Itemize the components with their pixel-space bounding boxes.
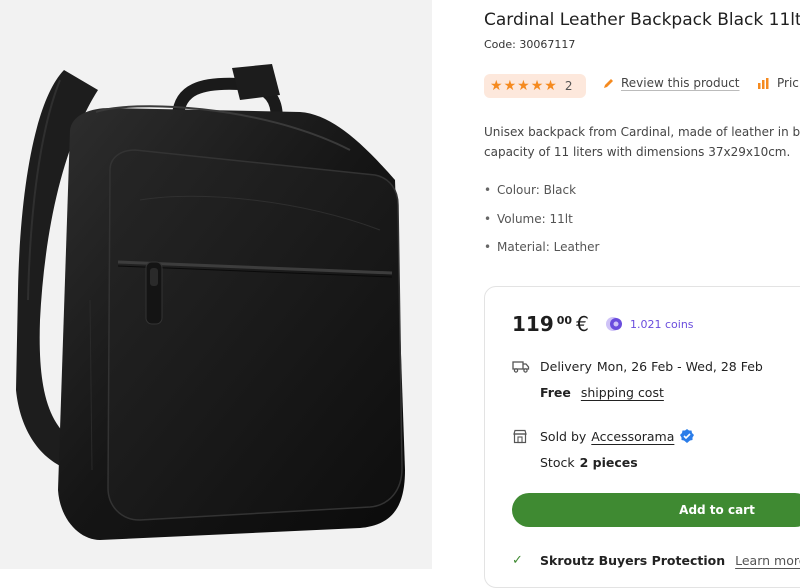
stock-label: Stock — [540, 455, 575, 470]
backpack-illustration — [16, 64, 405, 540]
description-line: capacity of 11 liters with dimensions 37… — [484, 145, 791, 159]
review-link-label: Review this product — [621, 76, 740, 90]
star-icon: ★ — [517, 78, 530, 94]
stock-value: 2 pieces — [579, 455, 638, 470]
protection-label: Skroutz Buyers Protection — [540, 553, 726, 568]
price-chart-icon — [758, 77, 769, 89]
learn-more-link[interactable]: Learn more — [735, 553, 800, 568]
description-line: Unisex backpack from Cardinal, made of l… — [484, 125, 800, 139]
feature-item: • Volume: 11lt — [484, 211, 573, 226]
buyers-protection-row: ✓ Skroutz Buyers Protection Learn more — [512, 553, 800, 568]
coin-icon — [606, 317, 622, 331]
seller-link[interactable]: Accessorama — [591, 429, 674, 444]
feature-text: Material: Leather — [497, 240, 600, 255]
star-icon: ★ — [544, 78, 557, 94]
coins-badge[interactable]: 1.021 coins — [605, 316, 694, 332]
product-description: Unisex backpack from Cardinal, made of l… — [484, 122, 800, 162]
product-image[interactable] — [0, 0, 432, 569]
check-icon: ✓ — [512, 553, 523, 568]
price-decimal: 00 — [556, 314, 573, 327]
rating-badge[interactable]: ★ ★ ★ ★ ★ 2 — [484, 74, 586, 98]
stock-row: Stock 2 pieces — [540, 455, 638, 470]
price-integer: 119 — [512, 312, 554, 336]
delivery-row: Delivery Mon, 26 Feb - Wed, 28 Feb — [512, 358, 763, 374]
free-label: Free — [540, 385, 571, 400]
price-currency: € — [576, 312, 589, 336]
price-link-label: Pric — [777, 76, 799, 90]
coins-label: 1.021 coins — [630, 317, 694, 331]
rating-count: 2 — [564, 79, 573, 93]
product-code: Code: 30067117 — [484, 38, 576, 51]
shop-icon — [513, 429, 527, 443]
delivery-dates: Mon, 26 Feb - Wed, 28 Feb — [596, 358, 763, 374]
truck-icon — [512, 361, 530, 373]
feature-text: Volume: 11lt — [497, 211, 573, 226]
star-icon: ★ — [490, 78, 503, 94]
pencil-icon — [604, 78, 613, 88]
star-icon: ★ — [503, 78, 517, 94]
product-title: Cardinal Leather Backpack Black 11lt — [484, 10, 800, 30]
feature-item: • Material: Leather — [484, 240, 600, 255]
shipping-cost-link[interactable]: shipping cost — [581, 385, 664, 400]
feature-item: • Colour: Black — [484, 183, 577, 198]
feature-text: Colour: Black — [497, 183, 577, 198]
price: 119 00 € — [512, 312, 589, 336]
seller-row: Sold by Accessorama — [512, 428, 695, 444]
delivery-label: Delivery — [540, 358, 592, 374]
review-product-link[interactable]: Review this product — [602, 76, 740, 90]
sold-by-label: Sold by — [540, 428, 587, 444]
feature-list: • Colour: Black • Volume: 11lt • Material: … — [484, 176, 599, 262]
add-to-cart-button[interactable]: Add to cart — [512, 493, 800, 527]
price-history-link[interactable]: Pric — [757, 76, 799, 90]
star-icon: ★ — [530, 78, 544, 94]
verified-icon — [680, 429, 695, 443]
add-to-cart-label: Add to cart — [679, 503, 755, 517]
shipping-row: Free shipping cost — [540, 385, 664, 400]
rating-stars: ★ ★ ★ ★ ★ — [490, 79, 557, 93]
